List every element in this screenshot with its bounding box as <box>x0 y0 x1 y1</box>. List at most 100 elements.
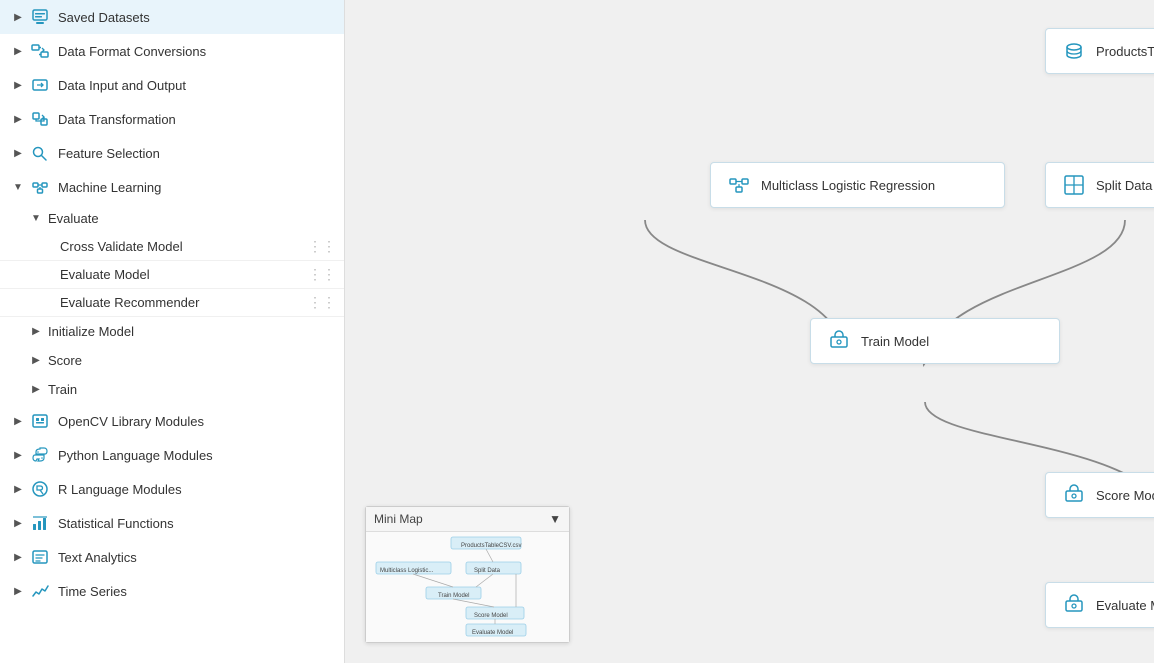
sidebar-item-python[interactable]: Python Language Modules <box>0 438 344 472</box>
node-label: Score Model <box>1096 488 1154 503</box>
node-label: ProductsTableCSV.csv <box>1096 44 1154 59</box>
svg-text:Evaluate Model: Evaluate Model <box>472 630 513 636</box>
chevron-icon <box>30 355 42 367</box>
node-score-model[interactable]: Score Model <box>1045 472 1154 518</box>
r-lang-icon <box>30 479 50 499</box>
multiclass-icon <box>727 173 751 197</box>
sidebar-label: Evaluate Model <box>60 267 150 282</box>
sidebar-label: Score <box>48 353 82 368</box>
sidebar-item-evaluate[interactable]: Evaluate <box>0 204 344 233</box>
time-series-icon <box>30 581 50 601</box>
chevron-icon <box>12 551 24 563</box>
svg-text:Score Model: Score Model <box>474 613 508 619</box>
chevron-icon <box>12 415 24 427</box>
node-evaluate-model[interactable]: Evaluate Model <box>1045 582 1154 628</box>
svg-text:Train Model: Train Model <box>438 593 469 599</box>
node-label: Multiclass Logistic Regression <box>761 178 935 193</box>
evaluate-model-icon <box>1062 593 1086 617</box>
drag-handle-icon: ⋮⋮ <box>308 294 336 311</box>
sidebar-item-cross-validate[interactable]: Cross Validate Model ⋮⋮ <box>0 233 344 261</box>
chevron-icon <box>12 45 24 57</box>
sidebar-item-saved-datasets[interactable]: Saved Datasets <box>0 0 344 34</box>
sidebar-label: Initialize Model <box>48 324 134 339</box>
chevron-icon <box>30 384 42 396</box>
node-label: Evaluate Model <box>1096 598 1154 613</box>
text-analytics-icon <box>30 547 50 567</box>
data-transform-icon <box>30 109 50 129</box>
canvas: ProductsTableCSV.csv Multiclass Logistic… <box>345 0 1154 663</box>
minimap-label: Mini Map <box>374 512 423 526</box>
data-input-icon <box>30 75 50 95</box>
chevron-icon <box>30 213 42 225</box>
sidebar-label: Train <box>48 382 77 397</box>
sidebar-item-machine-learning[interactable]: Machine Learning <box>0 170 344 204</box>
feature-selection-icon <box>30 143 50 163</box>
sidebar-label: OpenCV Library Modules <box>58 414 204 429</box>
machine-learning-icon <box>30 177 50 197</box>
sidebar: Saved Datasets Data Format Conversions D… <box>0 0 345 663</box>
chevron-icon <box>12 483 24 495</box>
minimap: Mini Map ▼ ProductsTableCSV.csv Multicla… <box>365 506 570 643</box>
svg-text:ProductsTableCSV.csv: ProductsTableCSV.csv <box>461 543 521 549</box>
minimap-header[interactable]: Mini Map ▼ <box>366 507 569 532</box>
saved-datasets-icon <box>30 7 50 27</box>
sidebar-item-opencv[interactable]: OpenCV Library Modules <box>0 404 344 438</box>
sidebar-label: Evaluate <box>48 211 99 226</box>
opencv-icon <box>30 411 50 431</box>
chevron-icon <box>12 11 24 23</box>
svg-text:Split Data: Split Data <box>474 568 501 574</box>
sidebar-item-data-input[interactable]: Data Input and Output <box>0 68 344 102</box>
db-icon <box>1062 39 1086 63</box>
sidebar-label: Machine Learning <box>58 180 161 195</box>
evaluate-group: Evaluate Cross Validate Model ⋮⋮ Evaluat… <box>0 204 344 404</box>
sidebar-item-feature-selection[interactable]: Feature Selection <box>0 136 344 170</box>
sidebar-label: Data Input and Output <box>58 78 186 93</box>
node-multiclass[interactable]: Multiclass Logistic Regression <box>710 162 1005 208</box>
node-products-csv[interactable]: ProductsTableCSV.csv <box>1045 28 1154 74</box>
chevron-icon <box>30 326 42 338</box>
drag-handle-icon: ⋮⋮ <box>308 238 336 255</box>
sidebar-item-r-lang[interactable]: R Language Modules <box>0 472 344 506</box>
chevron-icon <box>12 113 24 125</box>
sidebar-item-data-format[interactable]: Data Format Conversions <box>0 34 344 68</box>
sidebar-item-statistical[interactable]: Statistical Functions <box>0 506 344 540</box>
chevron-icon <box>12 449 24 461</box>
node-split-data[interactable]: Split Data <box>1045 162 1154 208</box>
sidebar-item-evaluate-recommender[interactable]: Evaluate Recommender ⋮⋮ <box>0 289 344 317</box>
minimap-svg: ProductsTableCSV.csv Multiclass Logistic… <box>366 532 569 642</box>
drag-handle-icon: ⋮⋮ <box>308 266 336 283</box>
score-model-icon <box>1062 483 1086 507</box>
minimap-content: ProductsTableCSV.csv Multiclass Logistic… <box>366 532 569 642</box>
sidebar-label: Text Analytics <box>58 550 137 565</box>
sidebar-item-initialize-model[interactable]: Initialize Model <box>0 317 344 346</box>
chevron-icon <box>12 79 24 91</box>
sidebar-label: Python Language Modules <box>58 448 213 463</box>
sidebar-item-data-transform[interactable]: Data Transformation <box>0 102 344 136</box>
svg-text:Multiclass Logistic...: Multiclass Logistic... <box>380 568 434 574</box>
sidebar-label: Saved Datasets <box>58 10 150 25</box>
sidebar-item-train[interactable]: Train <box>0 375 344 404</box>
python-icon <box>30 445 50 465</box>
sidebar-item-evaluate-model[interactable]: Evaluate Model ⋮⋮ <box>0 261 344 289</box>
sidebar-label: Feature Selection <box>58 146 160 161</box>
sidebar-item-text-analytics[interactable]: Text Analytics <box>0 540 344 574</box>
sidebar-label: Evaluate Recommender <box>60 295 199 310</box>
chevron-icon <box>12 147 24 159</box>
sidebar-label: Cross Validate Model <box>60 239 183 254</box>
sidebar-label: Statistical Functions <box>58 516 174 531</box>
sidebar-item-score[interactable]: Score <box>0 346 344 375</box>
statistical-icon <box>30 513 50 533</box>
chevron-icon <box>12 181 24 193</box>
split-data-icon <box>1062 173 1086 197</box>
sidebar-item-time-series[interactable]: Time Series <box>0 574 344 608</box>
sidebar-label: Data Format Conversions <box>58 44 206 59</box>
data-format-icon <box>30 41 50 61</box>
minimap-chevron-icon: ▼ <box>549 512 561 526</box>
sidebar-label: R Language Modules <box>58 482 182 497</box>
node-label: Train Model <box>861 334 929 349</box>
node-train-model[interactable]: Train Model <box>810 318 1060 364</box>
chevron-icon <box>12 585 24 597</box>
chevron-icon <box>12 517 24 529</box>
train-model-icon <box>827 329 851 353</box>
sidebar-label: Data Transformation <box>58 112 176 127</box>
